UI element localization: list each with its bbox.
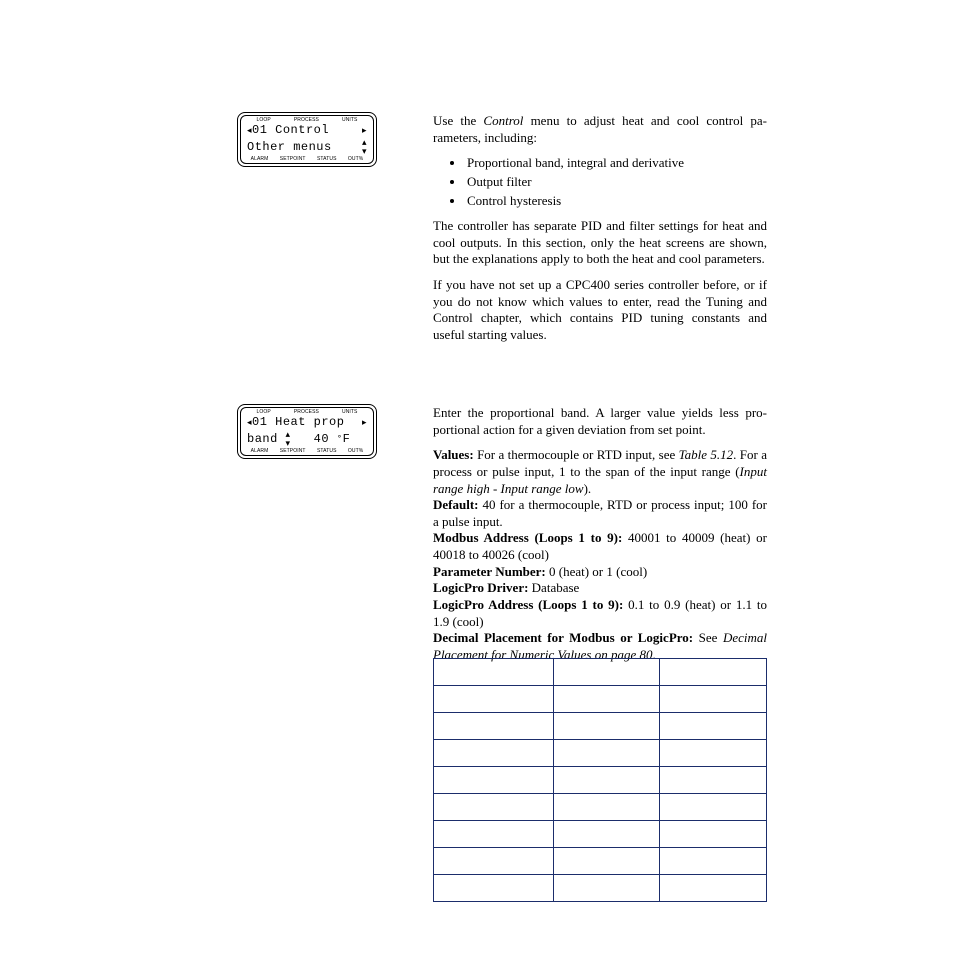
prop-band-section: Enter the proportional band. A larger va… (433, 405, 767, 672)
text: 40 for a thermocouple, RTD or process in… (433, 497, 767, 529)
lcd-bottom-labels: ALARM SETPOINT STATUS OUT% (241, 448, 373, 454)
list-item: Output filter (465, 174, 767, 191)
menu-name: Control (483, 113, 523, 128)
table-row (434, 821, 767, 848)
control-menu-section: Use the Control menu to adjust heat and … (433, 113, 767, 353)
lcd-heat-prop: LOOP PROCESS UNITS ◂ 01 Heat prop ▸ band… (237, 404, 377, 459)
text: ). (584, 481, 592, 496)
prop-band-table (433, 658, 767, 902)
arrow-right-icon: ▸ (362, 126, 367, 135)
text: For a thermocouple or RTD input, see (474, 447, 679, 462)
lcd-text: Other menus (247, 140, 362, 155)
table-row (434, 848, 767, 875)
lbl-alarm: ALARM (251, 156, 269, 162)
arrow-right-icon: ▸ (362, 418, 367, 427)
field-label: Default: (433, 497, 479, 512)
page: LOOP PROCESS UNITS ◂ 01 Control ▸ Other … (0, 0, 954, 954)
lcd-unit: F (343, 432, 351, 447)
table-row (434, 875, 767, 902)
table-row (434, 794, 767, 821)
lcd-inner: LOOP PROCESS UNITS ◂ 01 Control ▸ Other … (240, 115, 374, 164)
field-label: LogicPro Address (Loops 1 to 9): (433, 597, 623, 612)
field-label: Values: (433, 447, 474, 462)
list-item: Proportional band, integral and derivati… (465, 155, 767, 172)
table-ref: Table 5.12 (679, 447, 734, 462)
default-line: Default: 40 for a thermocouple, RTD or p… (433, 497, 767, 530)
lcd-bottom-labels: ALARM SETPOINT STATUS OUT% (241, 156, 373, 162)
lcd-line-1: ◂ 01 Control ▸ (241, 123, 373, 138)
table-row (434, 767, 767, 794)
lcd-text: band (247, 432, 286, 447)
lbl-out: OUT% (348, 156, 363, 162)
lcd-inner: LOOP PROCESS UNITS ◂ 01 Heat prop ▸ band… (240, 407, 374, 456)
table-row (434, 713, 767, 740)
table-row (434, 740, 767, 767)
table-row (434, 686, 767, 713)
logicpro-driver-line: LogicPro Driver: Database (433, 580, 767, 597)
lbl-setpoint: SETPOINT (280, 448, 306, 454)
field-label: Decimal Placement for Modbus or LogicPro… (433, 630, 693, 645)
lcd-text: 01 Heat prop (252, 415, 362, 430)
paragraph: If you have not set up a CPC400 series c… (433, 277, 767, 344)
field-label: Parameter Number: (433, 564, 546, 579)
field-label: Modbus Address (Loops 1 to 9): (433, 530, 622, 545)
intro-paragraph: Use the Control menu to adjust heat and … (433, 113, 767, 146)
logicpro-address-line: LogicPro Address (Loops 1 to 9): 0.1 to … (433, 597, 767, 630)
modbus-line: Modbus Address (Loops 1 to 9): 40001 to … (433, 530, 767, 563)
lcd-line-1: ◂ 01 Heat prop ▸ (241, 415, 373, 430)
field-label: LogicPro Driver: (433, 580, 528, 595)
bullet-list: Proportional band, integral and derivati… (433, 155, 767, 209)
lcd-line-2: band ▴ ▾ 40 ° F (241, 430, 373, 448)
lbl-status: STATUS (317, 156, 337, 162)
lcd-line-2: Other menus ▴ ▾ (241, 138, 373, 156)
list-item: Control hysteresis (465, 193, 767, 210)
paragraph: The controller has separate PID and filt… (433, 218, 767, 268)
text: Database (528, 580, 579, 595)
text: Use the (433, 113, 483, 128)
param-number-line: Parameter Number: 0 (heat) or 1 (cool) (433, 564, 767, 581)
paragraph: Enter the proportional band. A larger va… (433, 405, 767, 438)
lbl-status: STATUS (317, 448, 337, 454)
arrow-down-icon: ▾ (362, 147, 367, 156)
table-row (434, 659, 767, 686)
lcd-value: 40 (291, 432, 337, 447)
lbl-alarm: ALARM (251, 448, 269, 454)
values-line: Values: For a thermocouple or RTD input,… (433, 447, 767, 497)
text: See (693, 630, 723, 645)
text: 0 (heat) or 1 (cool) (546, 564, 647, 579)
lcd-text: 01 Control (252, 123, 362, 138)
lbl-out: OUT% (348, 448, 363, 454)
lbl-setpoint: SETPOINT (280, 156, 306, 162)
lcd-control: LOOP PROCESS UNITS ◂ 01 Control ▸ Other … (237, 112, 377, 167)
